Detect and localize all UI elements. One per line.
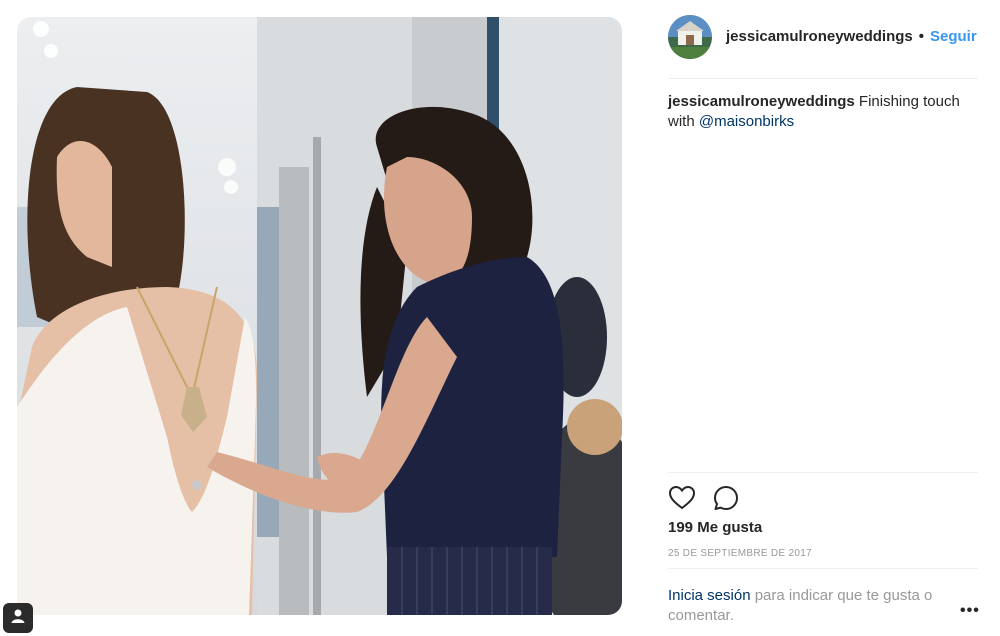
username-link[interactable]: jessicamulroneyweddings xyxy=(726,28,913,45)
likes-count[interactable]: 199 Me gusta xyxy=(668,519,762,536)
post-date[interactable]: 25 DE SEPTIEMBRE DE 2017 xyxy=(668,548,812,559)
more-options-button[interactable]: ••• xyxy=(960,602,980,620)
header-separator: • xyxy=(918,28,924,45)
login-prompt: Inicia sesión para indicar que te gusta … xyxy=(668,586,958,626)
comment-icon[interactable] xyxy=(712,484,740,512)
actions-divider xyxy=(668,472,978,473)
caption-mention-link[interactable]: @maisonbirks xyxy=(699,113,794,130)
post-header: jessicamulroneyweddings • Seguir xyxy=(726,28,977,45)
avatar[interactable] xyxy=(668,15,712,59)
tagged-user-button[interactable] xyxy=(3,603,33,633)
heart-icon[interactable] xyxy=(668,484,696,512)
post-caption: jessicamulroneyweddings Finishing touch … xyxy=(668,92,978,132)
footer-divider xyxy=(668,568,978,569)
login-link[interactable]: Inicia sesión xyxy=(668,587,751,604)
post-photo[interactable] xyxy=(17,17,622,615)
caption-username-link[interactable]: jessicamulroneyweddings xyxy=(668,93,855,110)
header-divider xyxy=(668,78,978,79)
follow-button[interactable]: Seguir xyxy=(930,28,977,45)
post-sidebar: jessicamulroneyweddings • Seguir jessica… xyxy=(668,0,980,636)
post-actions xyxy=(668,484,740,512)
photo-illustration xyxy=(17,17,622,615)
user-icon xyxy=(10,608,26,629)
